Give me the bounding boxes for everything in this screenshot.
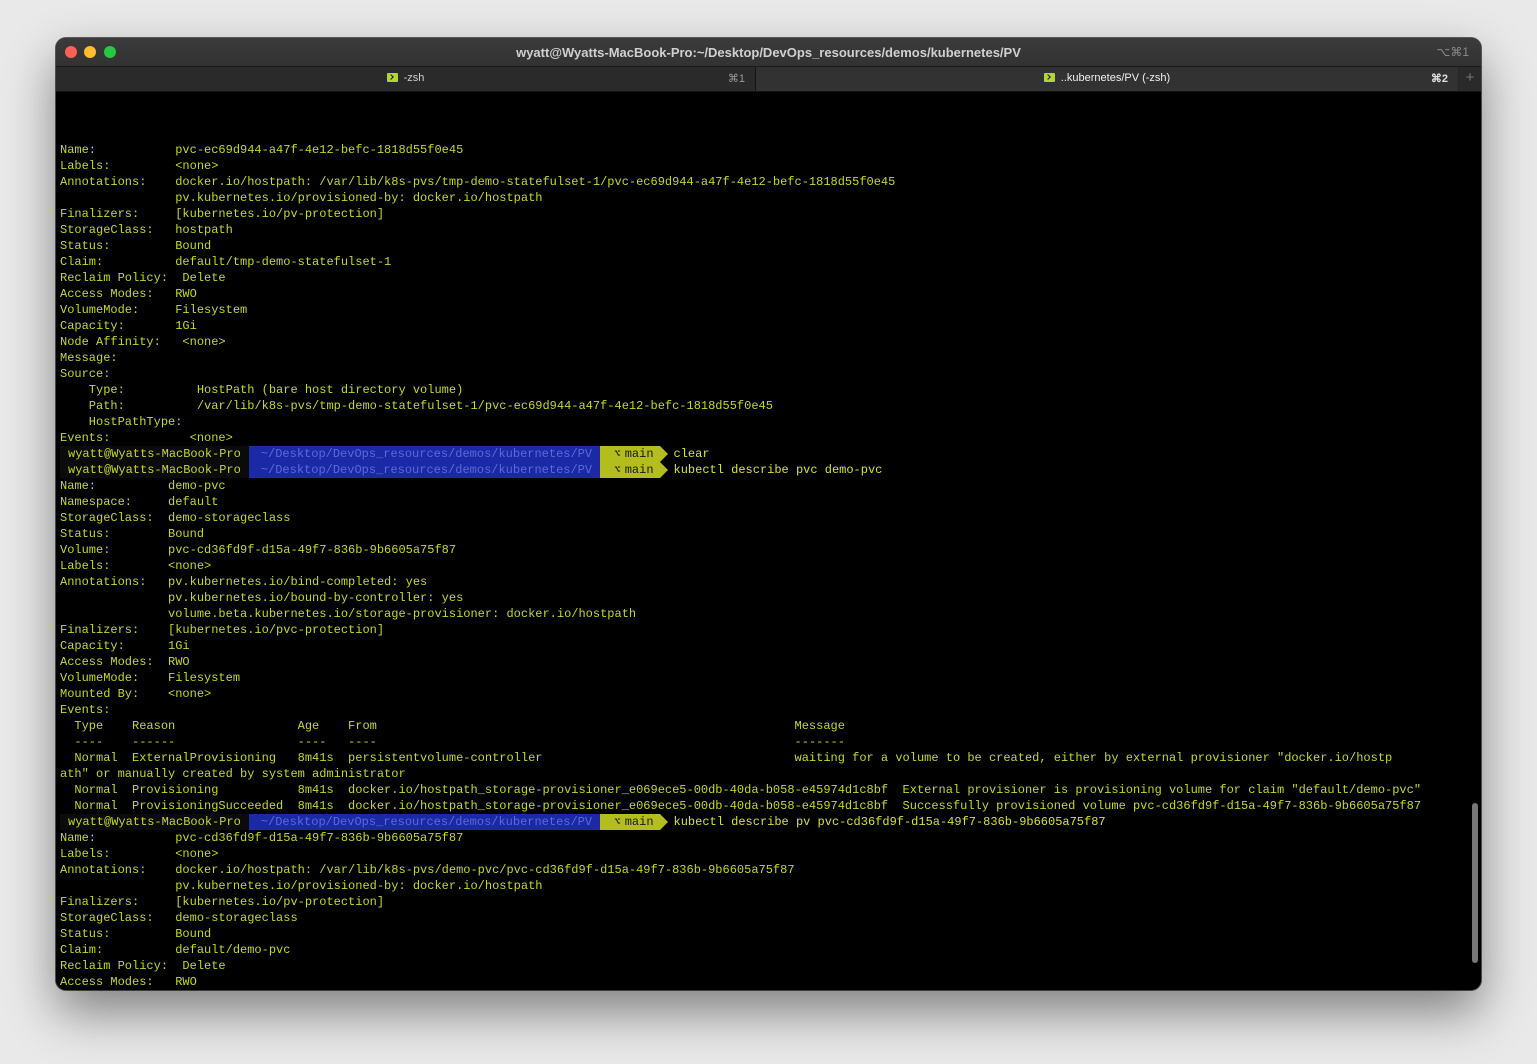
output-line: Claim: default/demo-pvc [60, 943, 291, 957]
prompt-git-branch: ⌥ main [600, 446, 669, 462]
git-branch-icon: ⌥ [614, 449, 621, 461]
output-line: Name: pvc-cd36fd9f-d15a-49f7-836b-9b6605… [60, 831, 464, 845]
git-branch-icon: ⌥ [614, 465, 621, 477]
output-line: Annotations: pv.kubernetes.io/bind-compl… [60, 575, 428, 589]
output-line: Labels: <none> [60, 159, 219, 173]
output-line: Volume: pvc-cd36fd9f-d15a-49f7-836b-9b66… [60, 543, 457, 557]
tab-kubernetes-pv[interactable]: ..kubernetes/PV (-zsh) ⌘2 [756, 67, 1458, 91]
output-line: volume.beta.kubernetes.io/storage-provis… [60, 607, 637, 621]
output-line: Labels: <none> [60, 847, 219, 861]
output-line: Status: Bound [60, 527, 205, 541]
output-line: StorageClass: hostpath [60, 223, 233, 237]
output-line: HostPathType: [60, 415, 183, 429]
output-line: Finalizers: [kubernetes.io/pvc-protectio… [60, 623, 385, 637]
prompt-user: wyatt@Wyatts-MacBook-Pro [60, 462, 249, 478]
tab-shortcut: ⌘2 [1430, 73, 1448, 85]
output-line: Claim: default/tmp-demo-statefulset-1 [60, 255, 392, 269]
output-line: pv.kubernetes.io/provisioned-by: docker.… [60, 191, 543, 205]
output-line: Events: <none> [60, 431, 233, 445]
scrollbar[interactable] [1472, 803, 1478, 963]
prompt-user: wyatt@Wyatts-MacBook-Pro [60, 814, 249, 830]
prompt-path: ~/Desktop/DevOps_resources/demos/kuberne… [248, 446, 609, 462]
output-line: Type: HostPath (bare host directory volu… [60, 383, 464, 397]
terminal-icon [1043, 73, 1055, 82]
branch-name: main [624, 447, 654, 461]
output-line: Finalizers: [kubernetes.io/pv-protection… [60, 207, 385, 221]
terminal-output[interactable]: Name: pvc-ec69d944-a47f-4e12-befc-1818d5… [60, 126, 1465, 986]
output-line: ath" or manually created by system admin… [60, 767, 406, 781]
output-line: Finalizers: [kubernetes.io/pv-protection… [60, 895, 385, 909]
tab-label: -zsh [403, 72, 425, 84]
output-line: StorageClass: demo-storageclass [60, 911, 298, 925]
output-line: Namespace: default [60, 495, 219, 509]
branch-name: main [624, 463, 654, 477]
output-line: Labels: <none> [60, 559, 212, 573]
tab-shortcut: ⌘1 [727, 73, 745, 85]
window-title: wyatt@Wyatts-MacBook-Pro:~/Desktop/DevOp… [516, 45, 1021, 60]
output-line: Node Affinity: <none> [60, 335, 226, 349]
terminal-icon [386, 73, 398, 82]
new-tab-button[interactable]: + [1459, 67, 1481, 91]
output-line: Events: [60, 703, 111, 717]
output-line: pv.kubernetes.io/bound-by-controller: ye… [60, 591, 464, 605]
output-line: Name: demo-pvc [60, 479, 226, 493]
output-line: Reclaim Policy: Delete [60, 271, 226, 285]
window-shortcut: ⌥⌘1 [1436, 45, 1469, 59]
prompt-line: wyatt@Wyatts-MacBook-Pro ~/Desktop/DevOps… [60, 462, 1465, 478]
git-branch-icon: ⌥ [614, 817, 621, 829]
output-line: Source: [60, 367, 111, 381]
output-line: Reclaim Policy: Delete [60, 959, 226, 973]
terminal-window: wyatt@Wyatts-MacBook-Pro:~/Desktop/DevOp… [56, 38, 1481, 990]
command-text: clear [673, 447, 710, 461]
output-line: Status: Bound [60, 239, 212, 253]
output-line: VolumeMode: Filesystem [60, 303, 248, 317]
output-line: Mounted By: <none> [60, 687, 212, 701]
output-line: Normal Provisioning 8m41s docker.io/host… [60, 783, 1422, 797]
output-line: Access Modes: RWO [60, 975, 197, 986]
output-line: Name: pvc-ec69d944-a47f-4e12-befc-1818d5… [60, 143, 464, 157]
output-line: Annotations: docker.io/hostpath: /var/li… [60, 863, 795, 877]
output-line: ---- ------ ---- ---- ------- [60, 735, 845, 749]
prompt-git-branch: ⌥ main [600, 462, 669, 478]
prompt-git-branch: ⌥ main [600, 814, 669, 830]
branch-name: main [624, 815, 654, 829]
output-line: Status: Bound [60, 927, 212, 941]
command-text: kubectl describe pv pvc-cd36fd9f-d15a-49… [673, 815, 1106, 829]
title-bar[interactable]: wyatt@Wyatts-MacBook-Pro:~/Desktop/DevOp… [56, 38, 1481, 66]
tab-label: ..kubernetes/PV (-zsh) [1060, 72, 1171, 84]
output-line: pv.kubernetes.io/provisioned-by: docker.… [60, 879, 543, 893]
output-line: Capacity: 1Gi [60, 639, 190, 653]
output-line: Access Modes: RWO [60, 655, 190, 669]
output-line: Normal ExternalProvisioning 8m41s persis… [60, 751, 1393, 765]
command-text: kubectl describe pvc demo-pvc [673, 463, 883, 477]
output-line: Access Modes: RWO [60, 287, 197, 301]
prompt-user: wyatt@Wyatts-MacBook-Pro [60, 446, 249, 462]
tab-zsh[interactable]: -zsh ⌘1 [56, 67, 756, 91]
output-line: Message: [60, 351, 118, 365]
output-line: Normal ProvisioningSucceeded 8m41s docke… [60, 799, 1422, 813]
output-line: VolumeMode: Filesystem [60, 671, 241, 685]
prompt-line: wyatt@Wyatts-MacBook-Pro ~/Desktop/DevOps… [60, 814, 1465, 830]
output-line: Capacity: 1Gi [60, 319, 197, 333]
output-line: Path: /var/lib/k8s-pvs/tmp-demo-stateful… [60, 399, 773, 413]
output-line: StorageClass: demo-storageclass [60, 511, 291, 525]
prompt-path: ~/Desktop/DevOps_resources/demos/kuberne… [248, 814, 609, 830]
output-line: Type Reason Age From Message [60, 719, 845, 733]
output-line: Annotations: docker.io/hostpath: /var/li… [60, 175, 896, 189]
tab-bar: -zsh ⌘1 ..kubernetes/PV (-zsh) ⌘2 + [56, 66, 1481, 92]
prompt-line: wyatt@Wyatts-MacBook-Pro ~/Desktop/DevOps… [60, 446, 1465, 462]
prompt-path: ~/Desktop/DevOps_resources/demos/kuberne… [248, 462, 609, 478]
